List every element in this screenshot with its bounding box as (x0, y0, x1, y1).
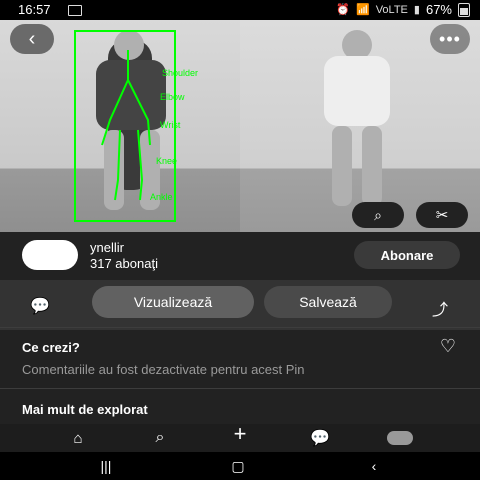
status-time: 16:57 (18, 2, 51, 17)
divider (0, 327, 480, 328)
pose-label-elbow: Elbow (160, 92, 185, 102)
carrier-label: VoLTE (375, 3, 408, 16)
divider (0, 388, 480, 389)
back-arrow-icon[interactable]: ‹ (356, 456, 392, 476)
comments-disabled-text: Comentariile au fost dezactivate pentru … (22, 362, 305, 377)
back-button[interactable]: ‹ (10, 24, 54, 54)
more-options-button[interactable]: ••• (430, 24, 470, 54)
view-button[interactable]: Vizualizează (92, 286, 254, 318)
save-button[interactable]: Salvează (264, 286, 392, 318)
signal-icon: ▮ (413, 4, 420, 16)
chat-icon[interactable]: 💬 (300, 428, 340, 448)
home-icon[interactable]: ⌂ (58, 428, 98, 448)
visual-search-icon: ⌕ (374, 206, 382, 223)
more-horizontal-icon: ••• (439, 28, 461, 49)
user-name[interactable]: ynellir (90, 240, 124, 255)
profile-icon[interactable] (380, 428, 420, 448)
follower-count: 317 abonaţi (90, 256, 158, 271)
search-icon[interactable]: ⌕ (140, 428, 180, 448)
battery-percent: 67% (425, 2, 452, 17)
gallery-icon (68, 5, 82, 16)
pin-image[interactable]: Shoulder Elbow Wrist Knee Ankle (0, 20, 480, 232)
recent-apps-icon[interactable]: ||| (88, 456, 124, 476)
share-icon[interactable]: ⤴ (432, 296, 448, 320)
status-bar: 16:57 ⏰ 📶 VoLTE ▮ 67% (0, 0, 480, 20)
scissors-icon: ✂ (435, 207, 449, 224)
pose-label-knee: Knee (156, 156, 177, 166)
comment-icon[interactable]: 💬 (30, 296, 50, 316)
pose-label-shoulder: Shoulder (162, 68, 198, 78)
battery-icon (458, 2, 470, 17)
heart-icon[interactable]: ♡ (440, 336, 456, 357)
wifi-icon: 📶 (355, 4, 370, 16)
visual-search-button[interactable]: ⌕ (352, 202, 404, 228)
comments-title: Ce crezi? (22, 340, 80, 355)
explore-title: Mai mult de explorat (22, 402, 148, 417)
plus-icon[interactable]: + (220, 421, 260, 446)
home-circle-icon[interactable]: ▢ (220, 456, 256, 476)
status-right: ⏰ 📶 VoLTE ▮ 67% (336, 2, 470, 17)
cutout-button[interactable]: ✂ (416, 202, 468, 228)
pose-label-ankle: Ankle (150, 192, 173, 202)
chevron-left-icon: ‹ (28, 27, 36, 50)
avatar[interactable] (22, 240, 78, 270)
follow-button[interactable]: Abonare (354, 241, 460, 269)
alarm-icon: ⏰ (336, 4, 350, 16)
pose-label-wrist: Wrist (160, 120, 181, 130)
